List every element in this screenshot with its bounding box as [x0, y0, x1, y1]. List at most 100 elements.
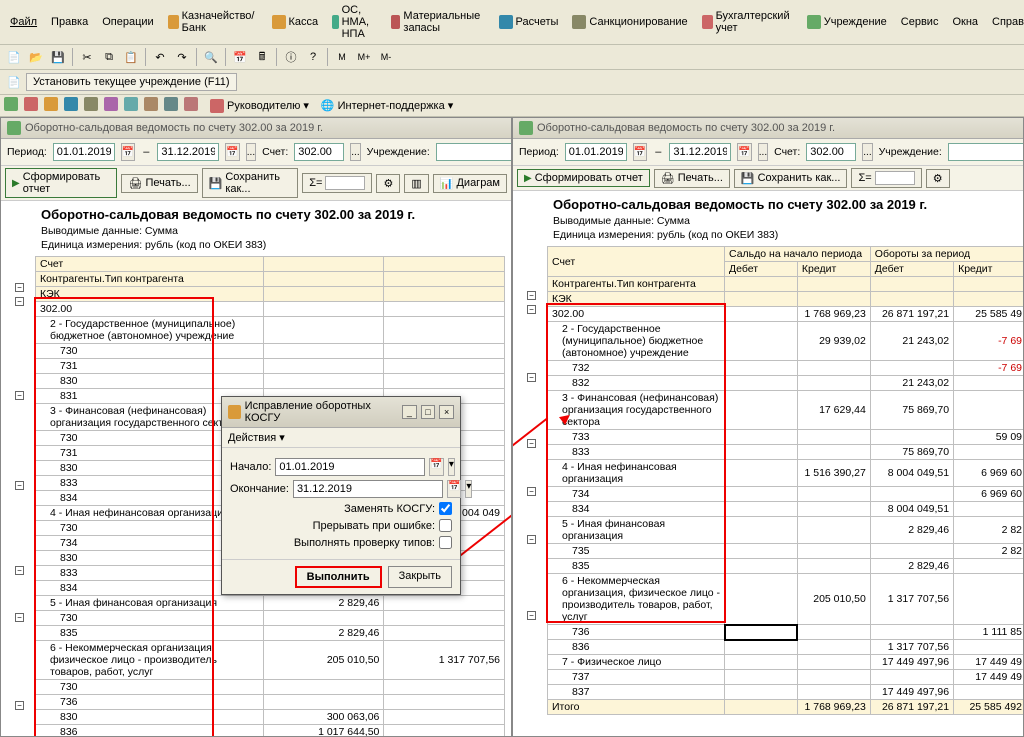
date-from-input-r[interactable]	[565, 143, 627, 161]
dialog-close-button[interactable]: ×	[439, 405, 454, 419]
table-row[interactable]: 8361 317 707,56	[548, 640, 1024, 655]
tree-toggle[interactable]: −	[15, 391, 24, 400]
table-row[interactable]: 7 - Физическое лицо17 449 497,9617 449 4…	[548, 655, 1024, 670]
dialog-minimize-button[interactable]: _	[402, 405, 417, 419]
replace-kosgu-checkbox[interactable]	[439, 502, 452, 515]
table-row[interactable]: 731	[36, 359, 505, 374]
start-date-dropdown-icon[interactable]: ▾	[448, 458, 455, 476]
form-report-button-r[interactable]: ▶Сформировать отчет	[517, 169, 650, 187]
menu-mz[interactable]: Материальные запасы	[385, 2, 491, 42]
menu-kassa[interactable]: Касса	[266, 2, 325, 42]
menu-buh[interactable]: Бухгалтерский учет	[696, 2, 799, 42]
tree-toggle[interactable]: −	[15, 283, 24, 292]
tb-doc-icon[interactable]: 📄	[4, 72, 24, 92]
start-date-calendar-icon[interactable]: 📅	[429, 458, 443, 476]
menu-calc[interactable]: Расчеты	[493, 2, 565, 42]
tb-info-icon[interactable]: ⓘ	[281, 47, 301, 67]
panel-icon[interactable]: ▥	[404, 174, 428, 193]
tree-toggle[interactable]: −	[527, 291, 536, 300]
menu-windows[interactable]: Окна	[946, 2, 984, 42]
account-input[interactable]	[294, 143, 344, 161]
tb-r9-icon[interactable]	[164, 97, 178, 114]
dialog-actions-menu[interactable]: Действия ▾	[228, 432, 285, 444]
settings-icon-r[interactable]: ⚙	[926, 169, 950, 188]
execute-button[interactable]: Выполнить	[295, 566, 382, 588]
table-row[interactable]: 83717 449 497,96	[548, 685, 1024, 700]
tb-copy-icon[interactable]: ⧉	[99, 47, 119, 67]
print-button[interactable]: 🖨 Печать...	[121, 174, 197, 193]
institution-input[interactable]	[436, 143, 512, 161]
table-row[interactable]: 730	[36, 680, 505, 695]
date-to-calendar-icon[interactable]: 📅	[225, 143, 239, 161]
period-picker-button[interactable]: ...	[246, 143, 256, 161]
tb-find-icon[interactable]: 🔍	[201, 47, 221, 67]
menu-service[interactable]: Сервис	[895, 2, 945, 42]
date-from-input[interactable]	[53, 143, 115, 161]
tb-redo-icon[interactable]: ↷	[172, 47, 192, 67]
table-row[interactable]: 8352 829,46	[548, 559, 1024, 574]
menu-sanc[interactable]: Санкционирование	[566, 2, 693, 42]
table-row[interactable]: 5 - Иная финансовая организация2 829,462…	[548, 517, 1024, 544]
table-row[interactable]: 73359 09	[548, 430, 1024, 445]
table-row[interactable]: 8348 004 049,51	[548, 502, 1024, 517]
tb-save-icon[interactable]: 💾	[48, 47, 68, 67]
table-row[interactable]: 7361 111 85	[548, 625, 1024, 640]
date-to-input[interactable]	[157, 143, 219, 161]
end-date-input[interactable]	[293, 480, 443, 498]
tb-cut-icon[interactable]: ✂	[77, 47, 97, 67]
sigma-field-r[interactable]: Σ=	[851, 168, 921, 188]
tb-r10-icon[interactable]	[184, 97, 198, 114]
table-row[interactable]: 8361 017 644,50	[36, 725, 505, 737]
set-institution-button[interactable]: Установить текущее учреждение (F11)	[26, 73, 237, 91]
menu-bank[interactable]: Казначейство/Банк	[162, 2, 264, 42]
account-picker-button[interactable]: ...	[350, 143, 360, 161]
tree-toggle[interactable]: −	[527, 535, 536, 544]
table-row[interactable]: 2 - Государственное (муниципальное) бюдж…	[36, 317, 505, 344]
institution-input-r[interactable]	[948, 143, 1024, 161]
tb-r2-icon[interactable]	[24, 97, 38, 114]
end-date-dropdown-icon[interactable]: ▾	[465, 480, 472, 498]
table-row[interactable]: 7346 969 60	[548, 487, 1024, 502]
tb-r8-icon[interactable]	[144, 97, 158, 114]
report-grid-right[interactable]: Счет Сальдо на начало периода Обороты за…	[547, 246, 1023, 715]
date-from-calendar-icon-r[interactable]: 📅	[633, 143, 647, 161]
tree-toggle[interactable]: −	[15, 566, 24, 575]
tb-r5-icon[interactable]	[84, 97, 98, 114]
tb-calc-icon[interactable]: 🖩	[252, 47, 272, 67]
tree-toggle[interactable]: −	[527, 487, 536, 496]
tb-r7-icon[interactable]	[124, 97, 138, 114]
diagram-button[interactable]: 📊 Диаграм	[433, 174, 507, 193]
tb-r3-icon[interactable]	[44, 97, 58, 114]
sigma-field[interactable]: Σ=	[302, 173, 372, 193]
tree-toggle[interactable]: −	[15, 613, 24, 622]
tb-r1-icon[interactable]	[4, 97, 18, 114]
table-row[interactable]: 83221 243,02	[548, 376, 1024, 391]
tb-r4-icon[interactable]	[64, 97, 78, 114]
table-row[interactable]: 6 - Некоммерческая организация, физическ…	[36, 641, 505, 680]
menu-inst[interactable]: Учреждение	[801, 2, 893, 42]
account-input-r[interactable]	[806, 143, 856, 161]
tb-paste-icon[interactable]: 📋	[121, 47, 141, 67]
table-row[interactable]: 83375 869,70	[548, 445, 1024, 460]
date-to-calendar-icon-r[interactable]: 📅	[737, 143, 751, 161]
table-row[interactable]: 302.001 768 969,2326 871 197,2125 585 49	[548, 307, 1024, 322]
table-row[interactable]: 736	[36, 695, 505, 710]
dialog-maximize-button[interactable]: □	[421, 405, 436, 419]
table-row[interactable]: 3 - Финансовая (нефинансовая) организаци…	[548, 391, 1024, 430]
check-types-checkbox[interactable]	[439, 536, 452, 549]
tb-new-icon[interactable]: 📄	[4, 47, 24, 67]
menu-os[interactable]: ОС, НМА, НПА	[326, 2, 383, 42]
table-row[interactable]: 5 - Иная финансовая организация2 829,46	[36, 596, 505, 611]
table-row[interactable]: 732-7 69	[548, 361, 1024, 376]
table-row[interactable]: 2 - Государственное (муниципальное) бюдж…	[548, 322, 1024, 361]
menu-help[interactable]: Справка	[986, 2, 1024, 42]
tb-mplus-icon[interactable]: M+	[354, 47, 374, 67]
tree-toggle[interactable]: −	[527, 439, 536, 448]
settings-icon[interactable]: ⚙	[376, 174, 400, 193]
table-row[interactable]: 302.00	[36, 302, 505, 317]
tree-toggle[interactable]: −	[527, 373, 536, 382]
table-row[interactable]: 830	[36, 374, 505, 389]
save-as-button[interactable]: 💾 Сохранить как...	[202, 168, 299, 198]
table-row[interactable]: 4 - Иная нефинансовая организация1 516 3…	[548, 460, 1024, 487]
table-row[interactable]: 730	[36, 611, 505, 626]
